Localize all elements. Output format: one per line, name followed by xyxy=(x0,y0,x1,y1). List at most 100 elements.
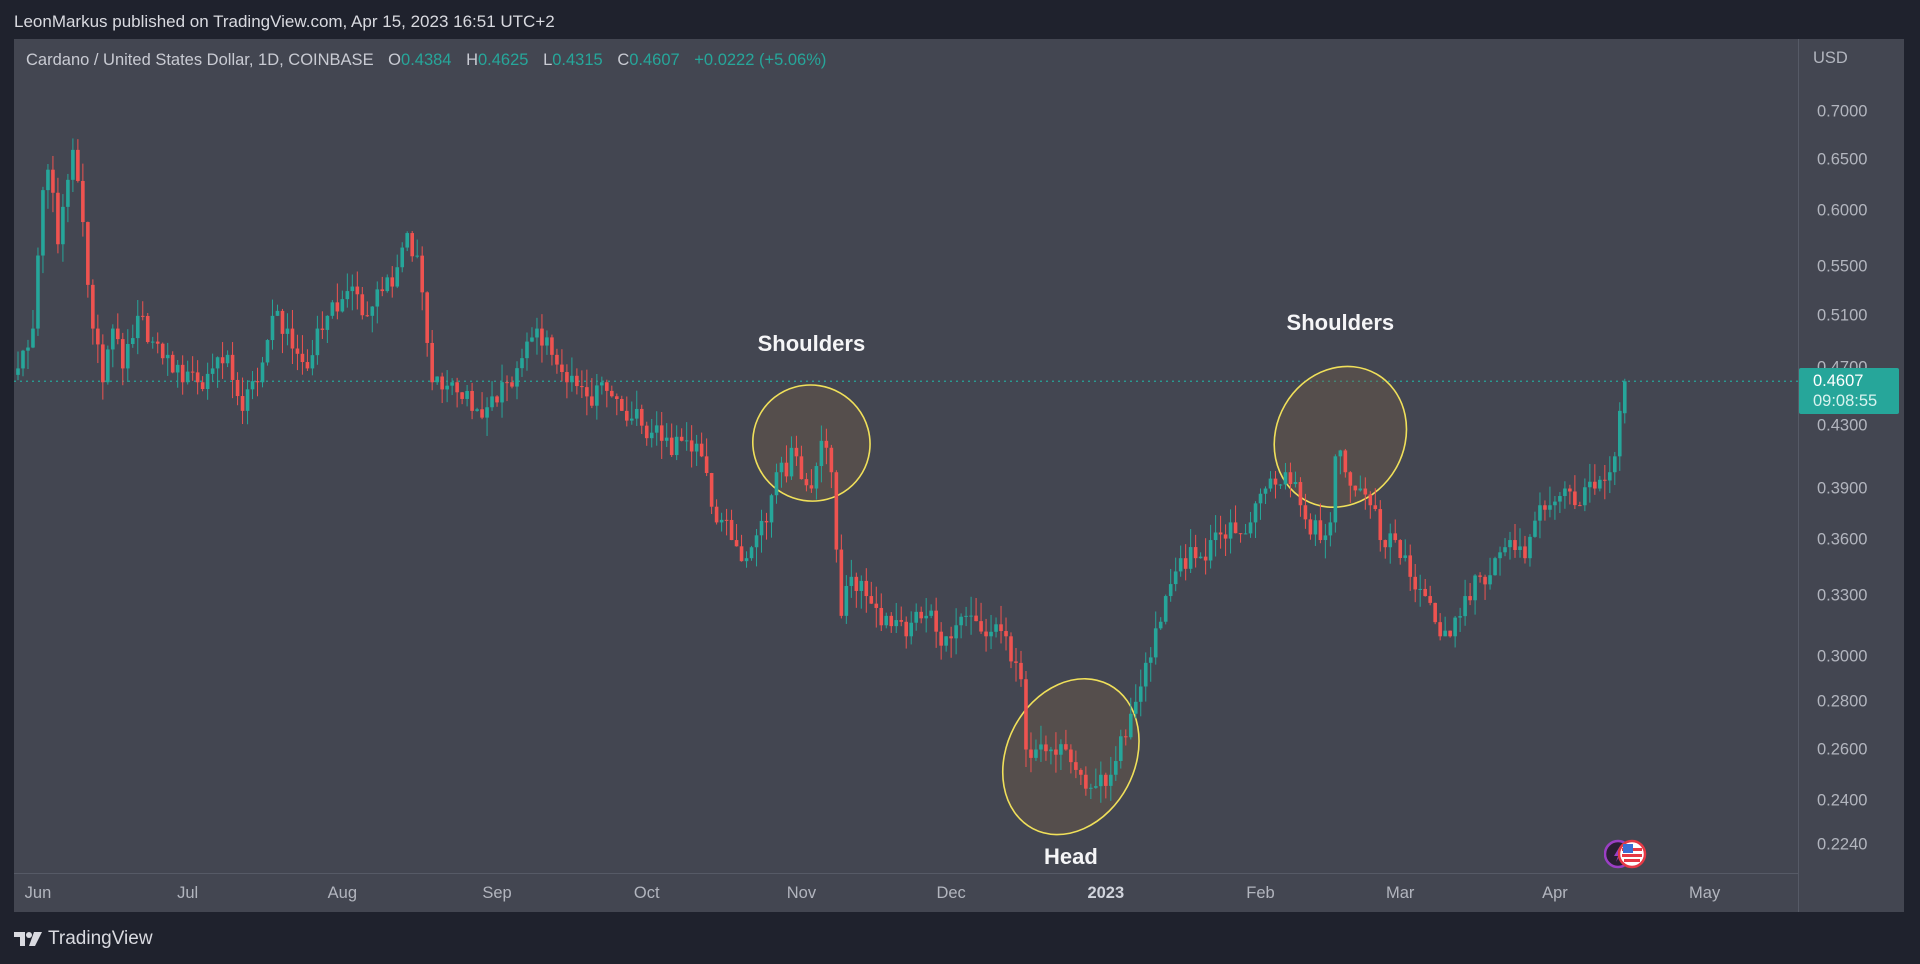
candle-body xyxy=(460,392,464,399)
candle-body xyxy=(1114,761,1118,775)
candle-body xyxy=(1094,786,1098,788)
candle-body xyxy=(545,337,549,346)
candle-body xyxy=(1133,701,1138,714)
candle-body xyxy=(555,354,559,365)
candle-body xyxy=(759,520,764,536)
candle-body xyxy=(1433,602,1437,623)
candle-body xyxy=(1598,479,1602,489)
candle-body xyxy=(1508,540,1512,548)
candle-body xyxy=(864,580,869,597)
time-axis[interactable]: Jun Jul Aug Sep Oct Nov Dec 2023 Feb Mar Apr May xyxy=(14,873,1798,913)
candle-body xyxy=(185,371,190,383)
candle-body xyxy=(505,382,509,384)
candle-body xyxy=(205,373,210,390)
candle-body xyxy=(919,611,923,619)
price-tick-label: 0.2240 xyxy=(1817,835,1868,854)
candle-body xyxy=(175,364,180,373)
candle-body xyxy=(1298,482,1303,506)
candle-body xyxy=(1318,520,1323,541)
price-tick-label: 0.3600 xyxy=(1817,530,1868,549)
candle-body xyxy=(914,611,918,623)
candle-body xyxy=(310,355,315,369)
candle-body xyxy=(674,436,679,456)
candle-body xyxy=(470,390,474,411)
candle-body xyxy=(31,328,35,348)
candle-body xyxy=(395,267,400,287)
candle-body xyxy=(140,315,145,317)
candle-body xyxy=(570,375,574,383)
candle-body xyxy=(56,192,60,245)
candle-body xyxy=(739,546,744,562)
candle-body xyxy=(924,615,928,619)
candle-body xyxy=(649,432,654,439)
candle-body xyxy=(195,372,200,383)
price-tick-label: 0.2600 xyxy=(1817,740,1868,759)
candle-body xyxy=(380,289,385,292)
candle-body xyxy=(1458,616,1462,618)
candle-body xyxy=(1228,522,1233,539)
candle-body xyxy=(96,328,100,345)
candle-body xyxy=(36,255,40,329)
chart-plot-area[interactable]: Shoulders Head Shoulders Cardano / United … xyxy=(14,39,1798,873)
candle-body xyxy=(1009,636,1013,662)
candle-body xyxy=(1373,505,1378,510)
candle-body xyxy=(600,382,604,386)
price-axis[interactable]: USD 0.70000.65000.60000.55000.51000.4700… xyxy=(1798,39,1905,912)
candle-body xyxy=(1578,505,1582,507)
candle-body xyxy=(1193,547,1198,559)
candle-body xyxy=(1268,478,1273,489)
candle-body xyxy=(150,341,155,343)
time-tick-label: Nov xyxy=(786,884,817,902)
candle-body xyxy=(155,341,160,344)
candle-body xyxy=(455,382,459,393)
candle-body xyxy=(1248,522,1253,534)
candle-body xyxy=(1388,533,1393,548)
candle-body xyxy=(1338,450,1343,457)
candle-body xyxy=(1403,555,1408,558)
candle-body xyxy=(1143,662,1148,687)
brand-name: TradingView xyxy=(48,928,153,949)
candle-body xyxy=(829,447,834,473)
tradingview-branding[interactable]: TradingView xyxy=(14,928,153,950)
candle-body xyxy=(1538,505,1542,521)
candle-body xyxy=(1398,540,1403,558)
us-flag-economic-event-icon[interactable] xyxy=(1618,839,1662,869)
candle-body xyxy=(245,389,250,411)
candle-body xyxy=(1034,749,1038,758)
candle-body xyxy=(954,625,958,639)
candle-body xyxy=(250,381,255,390)
candle-body xyxy=(400,247,405,268)
candle-body xyxy=(520,358,524,369)
candle-body xyxy=(225,354,230,364)
candle-body xyxy=(1308,519,1313,535)
candle-body xyxy=(560,364,564,373)
candle-body xyxy=(76,149,80,181)
candle-body xyxy=(904,621,909,637)
last-price-value: 0.4607 xyxy=(1813,372,1864,391)
candle-body xyxy=(1064,744,1068,750)
candle-body xyxy=(969,615,973,617)
candle-body xyxy=(1617,410,1622,457)
candle-body xyxy=(410,233,415,257)
candle-body xyxy=(325,315,330,330)
candle-body xyxy=(1178,558,1183,572)
event-icons[interactable] xyxy=(1604,839,1648,869)
candle-body xyxy=(1593,481,1597,489)
candle-body xyxy=(854,576,859,591)
candle-body xyxy=(46,169,50,191)
candle-body xyxy=(290,328,295,349)
high-value: 0.4625 xyxy=(478,51,529,69)
candle-body xyxy=(1163,596,1168,622)
candle-body xyxy=(804,479,809,486)
candle-body xyxy=(664,437,669,441)
candle-body xyxy=(495,396,499,403)
candle-body xyxy=(1528,536,1532,559)
candle-body xyxy=(1293,482,1298,485)
candle-body xyxy=(1443,630,1447,637)
candle-body xyxy=(450,382,454,386)
candle-body xyxy=(999,624,1003,632)
candle-body xyxy=(66,179,70,207)
tradingview-logo-icon xyxy=(14,932,42,946)
candle-body xyxy=(1473,575,1477,601)
publish-info: LeonMarkus published on TradingView.com,… xyxy=(14,12,555,31)
